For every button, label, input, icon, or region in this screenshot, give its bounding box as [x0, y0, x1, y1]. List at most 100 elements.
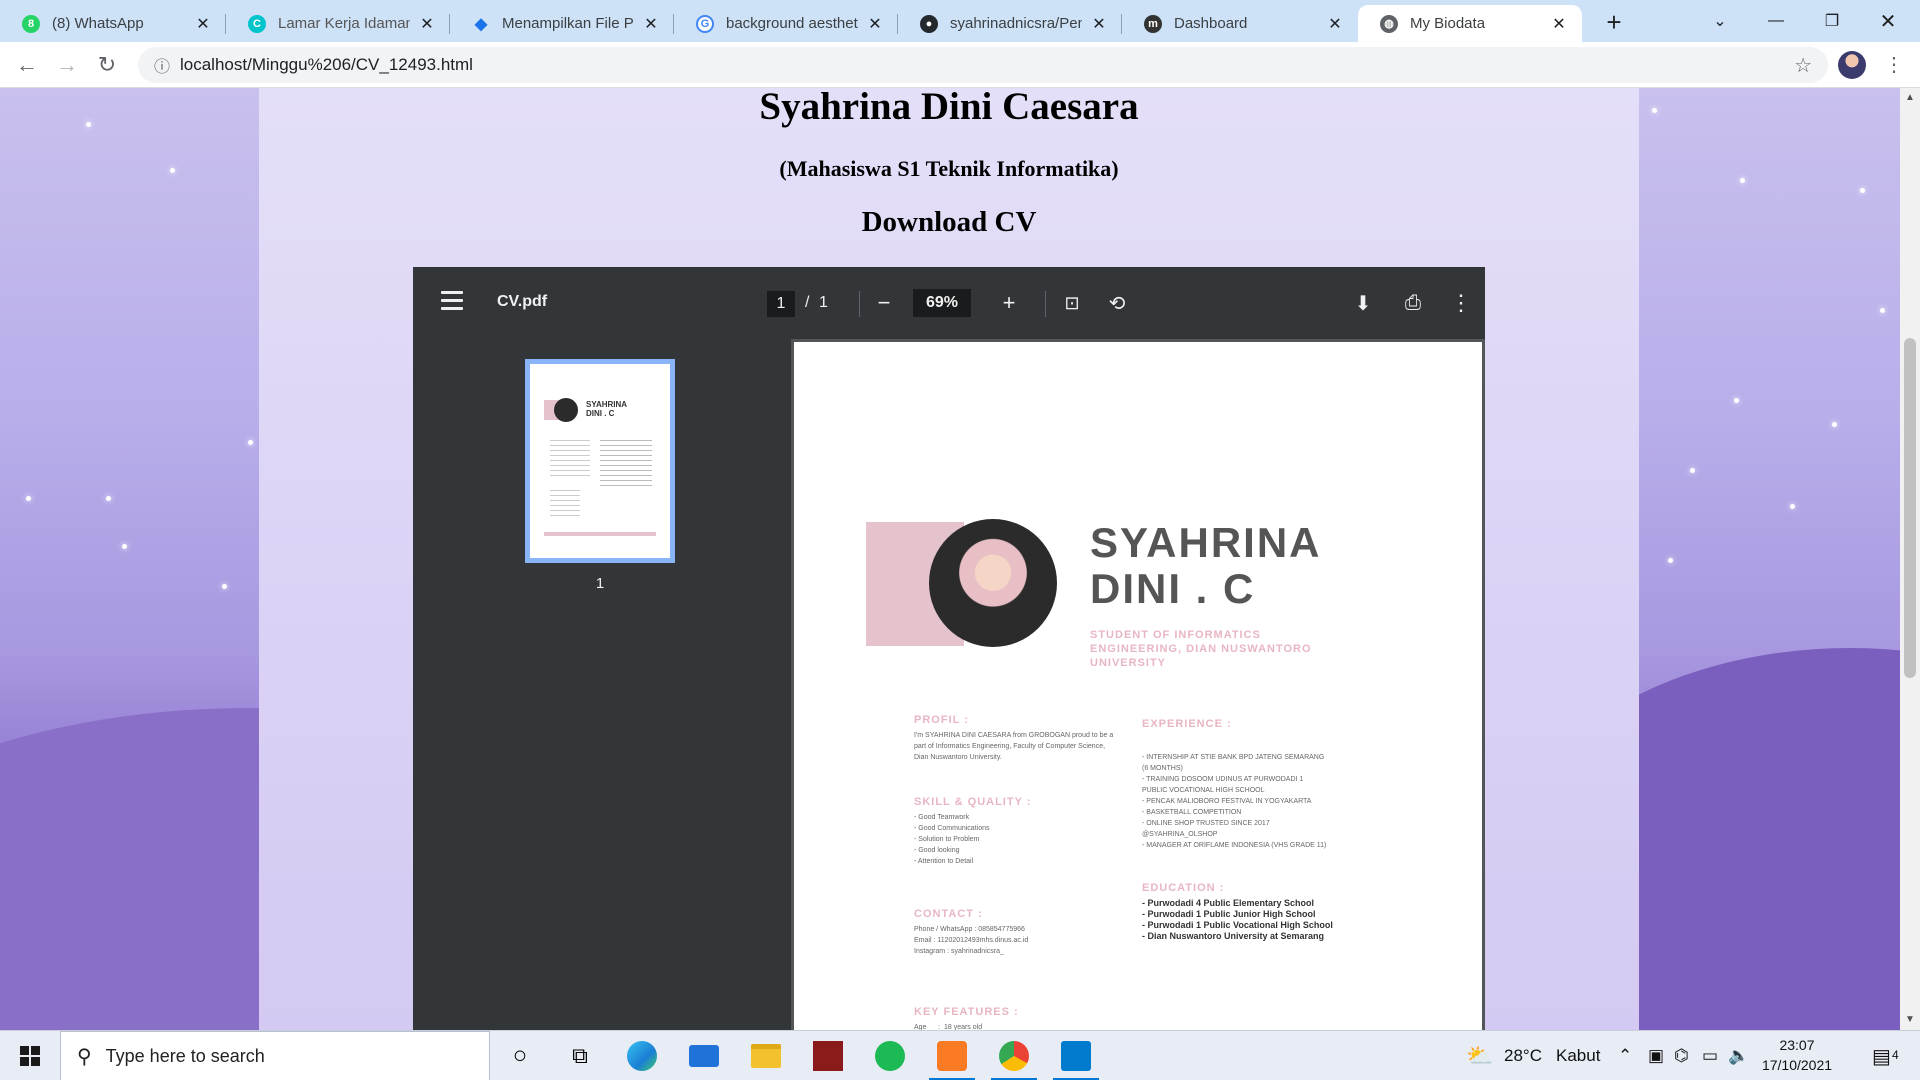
fit-page-icon[interactable]: ⊡	[1056, 287, 1088, 319]
close-icon[interactable]: ✕	[642, 14, 660, 34]
taskbar-search[interactable]: ⚲ Type here to search	[60, 1031, 490, 1080]
edge-icon[interactable]	[624, 1038, 660, 1074]
restore-button[interactable]: ❐	[1804, 0, 1860, 42]
more-actions-icon[interactable]: ⋮	[1445, 287, 1477, 319]
network-icon[interactable]: ⌬	[1674, 1031, 1689, 1080]
volume-icon[interactable]: 🔈	[1728, 1031, 1749, 1080]
browser-menu-icon[interactable]: ⋮	[1884, 52, 1904, 77]
print-icon[interactable]: ⎙	[1397, 287, 1429, 319]
main-content: Syahrina Dini Caesara (Mahasiswa S1 Tekn…	[259, 88, 1639, 1030]
notification-count: 4	[1892, 1048, 1899, 1062]
tab-search-icon[interactable]: ⌄	[1692, 0, 1748, 42]
pdf-filename: CV.pdf	[497, 293, 548, 310]
info-icon[interactable]: ⓘ	[144, 53, 180, 77]
close-icon[interactable]: ✕	[1326, 14, 1344, 34]
browser-tabstrip: 8 (8) WhatsApp ✕ C Lamar Kerja Idaman di…	[0, 0, 1920, 42]
tab-lamar-kerja[interactable]: C Lamar Kerja Idaman di ✕	[226, 5, 450, 42]
zoom-out-icon[interactable]: −	[868, 287, 900, 319]
cv-keyfeatures-heading: KEY FEATURES :	[914, 1006, 1019, 1018]
scroll-down-icon[interactable]: ▼	[1900, 1014, 1920, 1025]
meet-now-icon[interactable]: ▣	[1648, 1031, 1664, 1080]
cv-skill-text: - Good Teamwork - Good Communications - …	[914, 814, 990, 865]
system-clock[interactable]: 23:07 17/10/2021	[1752, 1035, 1842, 1075]
search-placeholder[interactable]: Type here to search	[106, 1046, 265, 1067]
pdf-menu-icon[interactable]	[441, 291, 463, 315]
url-text[interactable]: localhost/Minggu%206/CV_12493.html	[180, 55, 473, 75]
page-viewport: Syahrina Dini Caesara (Mahasiswa S1 Tekn…	[0, 88, 1900, 1030]
start-button[interactable]	[0, 1031, 60, 1080]
cv-profile-photo	[929, 519, 1057, 647]
new-tab-button[interactable]: +	[1598, 6, 1630, 38]
close-window-button[interactable]: ✕	[1860, 0, 1916, 42]
tab-whatsapp[interactable]: 8 (8) WhatsApp ✕	[0, 5, 226, 42]
forward-icon[interactable]: →	[52, 50, 82, 80]
github-icon: ●	[920, 14, 938, 33]
close-icon[interactable]: ✕	[1090, 14, 1108, 34]
tab-github[interactable]: ● syahrinadnicsra/Pem ✕	[898, 5, 1122, 42]
cv-name-line2: DINI . C	[1090, 565, 1256, 612]
pdf-page: SYAHRINA DINI . C STUDENT OF INFORMATICS…	[794, 342, 1482, 1030]
download-icon[interactable]: ⬇	[1347, 287, 1379, 319]
tab-title: Menampilkan File PDF	[502, 15, 634, 32]
close-icon[interactable]: ✕	[418, 14, 436, 34]
page-scrollbar[interactable]: ▲ ▼	[1900, 88, 1920, 1030]
close-icon[interactable]: ✕	[194, 14, 212, 34]
close-icon[interactable]: ✕	[1550, 14, 1568, 34]
tab-my-biodata[interactable]: ◍ My Biodata ✕	[1358, 5, 1582, 42]
cv-profil-text: I'm SYAHRINA DINI CAESARA from GROBOGAN …	[914, 732, 1114, 761]
back-icon[interactable]: ←	[12, 50, 42, 80]
zoom-in-icon[interactable]: +	[993, 287, 1025, 319]
cv-experience-heading: EXPERIENCE :	[1142, 718, 1232, 730]
page-thumbnail[interactable]: SYAHRINA DINI . C	[525, 359, 675, 563]
tab-background-aesthetic[interactable]: G background aesthetic ✕	[674, 5, 898, 42]
weather-temp[interactable]: 28°C	[1504, 1031, 1542, 1080]
page-total: 1	[819, 294, 828, 311]
cv-experience-text: - INTERNSHIP AT STIE BANK BPD JATENG SEM…	[1142, 754, 1327, 849]
spotify-icon[interactable]	[872, 1038, 908, 1074]
cv-keyfeatures-text: Age : 18 years old	[914, 1024, 983, 1030]
task-view-icon[interactable]: ⧉	[562, 1038, 598, 1074]
cv-education-text: - Purwodadi 4 Public Elementary School -…	[1142, 898, 1333, 941]
cv-education-heading: EDUCATION :	[1142, 882, 1225, 894]
game-app-icon[interactable]	[810, 1038, 846, 1074]
xampp-icon[interactable]	[929, 1038, 975, 1080]
weather-icon[interactable]: ⛅	[1466, 1031, 1493, 1080]
minimize-button[interactable]: —	[1748, 0, 1804, 42]
chrome-icon[interactable]	[991, 1038, 1037, 1080]
rotate-icon[interactable]: ⟲	[1101, 287, 1133, 319]
clock-time: 23:07	[1779, 1037, 1815, 1053]
tab-title: Dashboard	[1174, 15, 1248, 32]
scrollbar-thumb[interactable]	[1904, 338, 1916, 678]
page-number-input[interactable]: 1	[767, 291, 795, 317]
cortana-icon[interactable]: ○	[502, 1038, 538, 1074]
clock-date: 17/10/2021	[1761, 1057, 1833, 1073]
close-icon[interactable]: ✕	[866, 14, 884, 34]
zoom-level-input[interactable]: 69%	[913, 289, 971, 317]
cv-name: SYAHRINA DINI . C	[1090, 520, 1322, 612]
download-cv-heading[interactable]: Download CV	[259, 206, 1639, 239]
cv-contact-heading: CONTACT :	[914, 908, 983, 920]
weather-desc[interactable]: Kabut	[1556, 1031, 1600, 1080]
battery-icon[interactable]: ▭	[1702, 1031, 1718, 1080]
cv-contact-text: Phone / WhatsApp : 085854775966 Email : …	[914, 926, 1029, 955]
scroll-up-icon[interactable]: ▲	[1900, 92, 1920, 103]
diamond-icon: ◆	[474, 15, 488, 33]
whatsapp-icon: 8	[22, 14, 40, 33]
pdf-viewer[interactable]: CV.pdf 1 / 1 − 69% + ⊡ ⟲ ⬇ ⎙ ⋮ SYAHRINA …	[413, 267, 1485, 1030]
address-bar[interactable]: ⓘ localhost/Minggu%206/CV_12493.html ☆	[138, 47, 1828, 83]
google-icon: G	[696, 14, 714, 33]
file-explorer-icon[interactable]	[748, 1038, 784, 1074]
canva-icon: C	[248, 14, 266, 33]
tab-dashboard[interactable]: m Dashboard ✕	[1122, 5, 1358, 42]
mail-icon[interactable]	[686, 1038, 722, 1074]
profile-avatar[interactable]	[1838, 51, 1866, 79]
chevron-up-icon[interactable]: ⌃	[1618, 1031, 1632, 1080]
notification-icon[interactable]: ▤	[1872, 1031, 1891, 1080]
reload-icon[interactable]: ↻	[92, 50, 122, 80]
tab-menampilkan-pdf[interactable]: ◆ Menampilkan File PDF ✕	[450, 5, 674, 42]
thumbnail-name: SYAHRINA DINI . C	[586, 400, 628, 418]
bookmark-star-icon[interactable]: ☆	[1794, 53, 1812, 78]
vscode-icon[interactable]	[1053, 1038, 1099, 1080]
tab-title: Lamar Kerja Idaman di	[278, 15, 410, 32]
cv-name-line1: SYAHRINA	[1090, 519, 1322, 566]
